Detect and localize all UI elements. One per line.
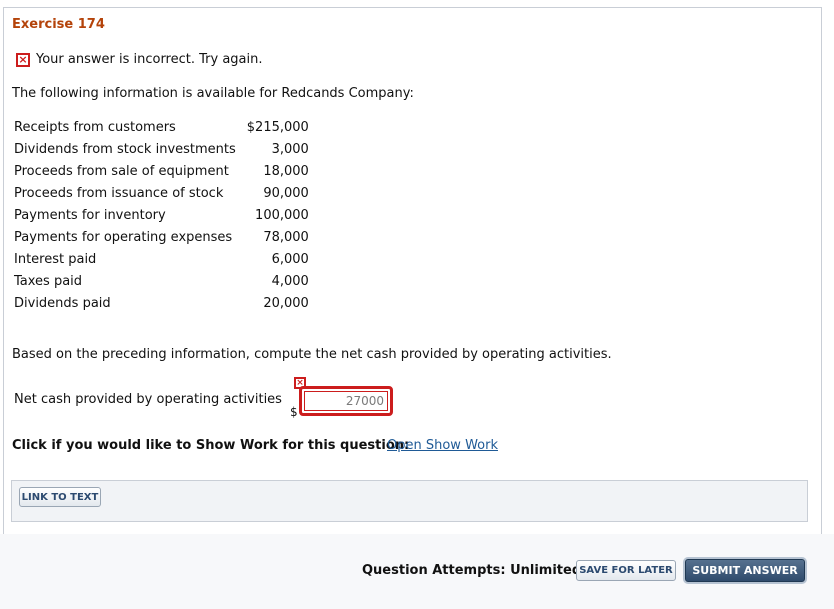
item-amount: 90,000 — [263, 186, 309, 201]
link-to-text-box: LINK TO TEXT — [11, 480, 808, 522]
table-row: Interest paid 6,000 — [11, 249, 312, 271]
currency-symbol: $ — [290, 405, 298, 419]
item-amount: 4,000 — [271, 274, 309, 289]
exercise-title: Exercise 174 — [12, 17, 105, 32]
table-row: Payments for operating expenses 78,000 — [11, 227, 312, 249]
answer-input[interactable] — [299, 386, 393, 416]
show-work-prompt: Click if you would like to Show Work for… — [12, 438, 410, 453]
item-amount: 3,000 — [271, 142, 309, 157]
link-to-text-button[interactable]: LINK TO TEXT — [19, 487, 101, 507]
item-amount: $215,000 — [246, 120, 309, 135]
item-label: Taxes paid — [14, 274, 83, 289]
answer-label: Net cash provided by operating activitie… — [14, 392, 282, 407]
save-for-later-button[interactable]: SAVE FOR LATER — [576, 560, 676, 581]
feedback-message: × Your answer is incorrect. Try again. — [16, 52, 263, 67]
item-label: Receipts from customers — [14, 120, 176, 135]
item-label: Dividends from stock investments — [14, 142, 236, 157]
table-row: Receipts from customers $215,000 — [11, 117, 312, 139]
intro-text: The following information is available f… — [12, 86, 414, 101]
table-row: Proceeds from issuance of stock 90,000 — [11, 183, 312, 205]
feedback-text: Your answer is incorrect. Try again. — [36, 52, 263, 67]
table-row: Dividends from stock investments 3,000 — [11, 139, 312, 161]
data-table: Receipts from customers $215,000 Dividends… — [11, 117, 312, 315]
question-text: Based on the preceding information, comp… — [12, 347, 612, 362]
table-row: Payments for inventory 100,000 — [11, 205, 312, 227]
error-x-icon: × — [16, 52, 30, 67]
item-label: Proceeds from issuance of stock — [14, 186, 224, 201]
item-label: Interest paid — [14, 252, 97, 267]
item-amount: 78,000 — [263, 230, 309, 245]
item-label: Payments for operating expenses — [14, 230, 233, 245]
open-show-work-link[interactable]: Open Show Work — [387, 438, 498, 453]
question-attempts: Question Attempts: Unlimited — [362, 563, 582, 578]
item-label: Payments for inventory — [14, 208, 166, 223]
item-amount: 18,000 — [263, 164, 309, 179]
submit-answer-button[interactable]: SUBMIT ANSWER — [685, 559, 805, 582]
item-amount: 100,000 — [255, 208, 309, 223]
item-amount: 20,000 — [263, 296, 309, 311]
item-label: Dividends paid — [14, 296, 111, 311]
item-amount: 6,000 — [271, 252, 309, 267]
table-row: Dividends paid 20,000 — [11, 293, 312, 315]
table-row: Taxes paid 4,000 — [11, 271, 312, 293]
table-row: Proceeds from sale of equipment 18,000 — [11, 161, 312, 183]
item-label: Proceeds from sale of equipment — [14, 164, 229, 179]
